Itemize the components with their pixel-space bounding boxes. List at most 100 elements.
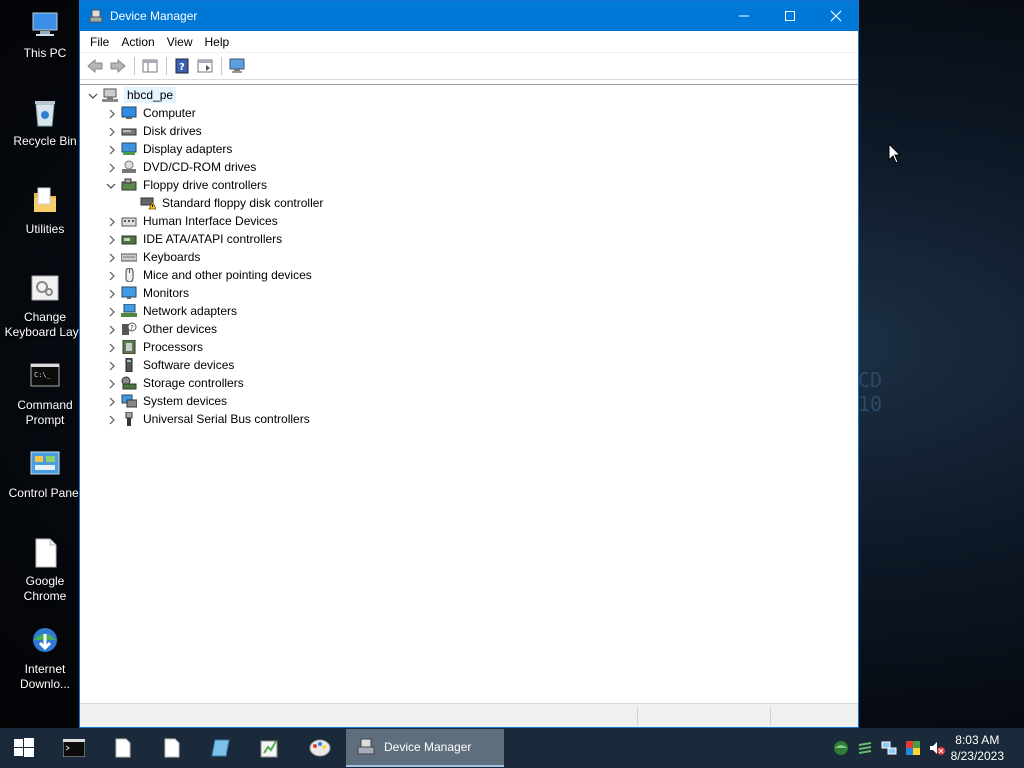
chevron-right-icon[interactable] xyxy=(107,217,117,227)
toolbar-separator xyxy=(166,57,167,75)
properties-icon xyxy=(197,59,213,73)
status-divider xyxy=(637,707,638,725)
tree-item-display-adapters[interactable]: Display adapters xyxy=(121,140,232,158)
chevron-right-icon[interactable] xyxy=(107,307,117,317)
taskbar: Device Manager 8:03 AM 8/23/2023 xyxy=(0,728,1024,768)
tree-item-network-adapters[interactable]: Network adapters xyxy=(121,302,237,320)
start-button[interactable] xyxy=(0,728,48,768)
color-icon[interactable] xyxy=(905,740,921,756)
tree-item-monitors[interactable]: Monitors xyxy=(121,284,189,302)
back-button[interactable] xyxy=(84,56,106,76)
recycle-bin-icon xyxy=(28,96,62,130)
tree-item-computer[interactable]: Computer xyxy=(121,104,196,122)
maximize-button[interactable] xyxy=(767,1,813,31)
desktop-icon-google-chrome[interactable]: Google Chrome xyxy=(4,536,86,604)
tree-item-standard-floppy-disk-controller[interactable]: Standard floppy disk controller xyxy=(140,194,323,212)
desktop-icon-internet-download[interactable]: Internet Downlo... xyxy=(4,624,86,692)
network-adapter-icon[interactable] xyxy=(881,740,897,756)
mouse-icon xyxy=(121,267,137,283)
system-clock[interactable]: 8:03 AM 8/23/2023 xyxy=(951,732,1004,764)
tree-item-universal-serial-bus-controllers[interactable]: Universal Serial Bus controllers xyxy=(121,410,310,428)
tree-item-label: Monitors xyxy=(143,286,190,300)
volume-muted-icon[interactable] xyxy=(929,740,945,756)
desktop-icon-change-keyboard-layout[interactable]: Change Keyboard Layo xyxy=(4,272,86,340)
tree-item-label: Processors xyxy=(143,340,204,354)
software-device-icon xyxy=(121,357,137,373)
taskbar-device-manager[interactable]: Device Manager xyxy=(346,729,504,767)
sync-icon[interactable] xyxy=(857,740,873,756)
unknown-device-icon: ? xyxy=(121,322,137,336)
menu-file[interactable]: File xyxy=(84,31,115,53)
chevron-right-icon[interactable] xyxy=(107,343,117,353)
taskbar-paint[interactable] xyxy=(296,728,344,768)
chevron-right-icon[interactable] xyxy=(107,235,117,245)
window-title: Device Manager xyxy=(110,9,198,23)
chevron-right-icon[interactable] xyxy=(107,379,117,389)
menu-action[interactable]: Action xyxy=(115,31,160,53)
chevron-right-icon[interactable] xyxy=(107,415,117,425)
forward-button[interactable] xyxy=(107,56,129,76)
control-panel-icon xyxy=(28,448,62,482)
menu-bar: File Action View Help xyxy=(80,31,858,53)
chevron-right-icon[interactable] xyxy=(107,253,117,263)
tree-item-label: IDE ATA/ATAPI controllers xyxy=(143,232,283,246)
tree-item-ide-ata-atapi-controllers[interactable]: IDE ATA/ATAPI controllers xyxy=(121,230,282,248)
tree-item-software-devices[interactable]: Software devices xyxy=(121,356,234,374)
tree-item-system-devices[interactable]: System devices xyxy=(121,392,227,410)
disk-drive-icon xyxy=(121,124,137,138)
properties-button[interactable] xyxy=(194,56,216,76)
document-icon xyxy=(28,536,62,570)
tree-item-disk-drives[interactable]: Disk drives xyxy=(121,122,202,140)
tree-item-label: Network adapters xyxy=(143,304,238,318)
tree-item-other-devices[interactable]: ? Other devices xyxy=(121,320,217,338)
help-button[interactable]: ? xyxy=(171,56,193,76)
registry-editor-icon xyxy=(260,740,278,758)
show-hide-console-tree-button[interactable] xyxy=(139,56,161,76)
taskbar-registry-editor[interactable] xyxy=(246,728,294,768)
taskbar-document-2[interactable] xyxy=(148,728,196,768)
desktop-icon-label: Command Prompt xyxy=(17,398,73,427)
tree-item-label: Storage controllers xyxy=(143,376,244,390)
scan-hardware-button[interactable] xyxy=(226,56,248,76)
chevron-down-icon[interactable] xyxy=(88,91,98,101)
close-button[interactable] xyxy=(813,1,859,31)
network-icon[interactable] xyxy=(833,740,849,756)
chevron-right-icon[interactable] xyxy=(107,361,117,371)
chevron-right-icon[interactable] xyxy=(107,109,117,119)
desktop-icon-control-panel[interactable]: Control Panel xyxy=(4,448,86,501)
taskbar-document-1[interactable] xyxy=(99,728,147,768)
desktop-icon-utilities[interactable]: Utilities xyxy=(4,184,86,237)
desktop-icon-this-pc[interactable]: This PC xyxy=(4,8,86,61)
svg-text:C:\_: C:\_ xyxy=(34,371,52,379)
tree-item-label: Human Interface Devices xyxy=(143,214,278,228)
tree-item-storage-controllers[interactable]: Storage controllers xyxy=(121,374,244,392)
chevron-right-icon[interactable] xyxy=(107,397,117,407)
chevron-right-icon[interactable] xyxy=(107,289,117,299)
taskbar-notepad[interactable] xyxy=(197,728,245,768)
menu-help[interactable]: Help xyxy=(199,31,236,53)
tree-item-floppy-drive-controllers[interactable]: Floppy drive controllers xyxy=(121,176,267,194)
chevron-right-icon[interactable] xyxy=(107,163,117,173)
svg-text:?: ? xyxy=(130,324,134,332)
chevron-down-icon[interactable] xyxy=(106,181,116,191)
start-icon xyxy=(14,738,34,757)
taskbar-command-prompt[interactable] xyxy=(50,728,98,768)
tree-item-processors[interactable]: Processors xyxy=(121,338,203,356)
chevron-right-icon[interactable] xyxy=(107,145,117,155)
tree-item-human-interface-devices[interactable]: Human Interface Devices xyxy=(121,212,278,230)
desktop-icon-command-prompt[interactable]: C:\_ Command Prompt xyxy=(4,360,86,428)
chevron-right-icon[interactable] xyxy=(107,271,117,281)
minimize-button[interactable] xyxy=(721,1,767,31)
menu-view[interactable]: View xyxy=(161,31,199,53)
chevron-right-icon[interactable] xyxy=(107,127,117,137)
tree-item-mice-and-other-pointing-devices[interactable]: Mice and other pointing devices xyxy=(121,266,312,284)
chevron-right-icon[interactable] xyxy=(107,325,117,335)
desktop-icon-label: Utilities xyxy=(25,222,65,236)
desktop-icon-recycle-bin[interactable]: Recycle Bin xyxy=(4,96,86,149)
title-bar[interactable]: Device Manager xyxy=(80,1,858,31)
tree-item-dvd-cd-rom-drives[interactable]: DVD/CD-ROM drives xyxy=(121,158,256,176)
usb-icon xyxy=(121,411,137,426)
tree-item-keyboards[interactable]: Keyboards xyxy=(120,248,200,266)
tree-root-node[interactable]: hbcd_pe xyxy=(102,86,177,104)
desktop-icon-label: Control Panel xyxy=(8,486,82,500)
